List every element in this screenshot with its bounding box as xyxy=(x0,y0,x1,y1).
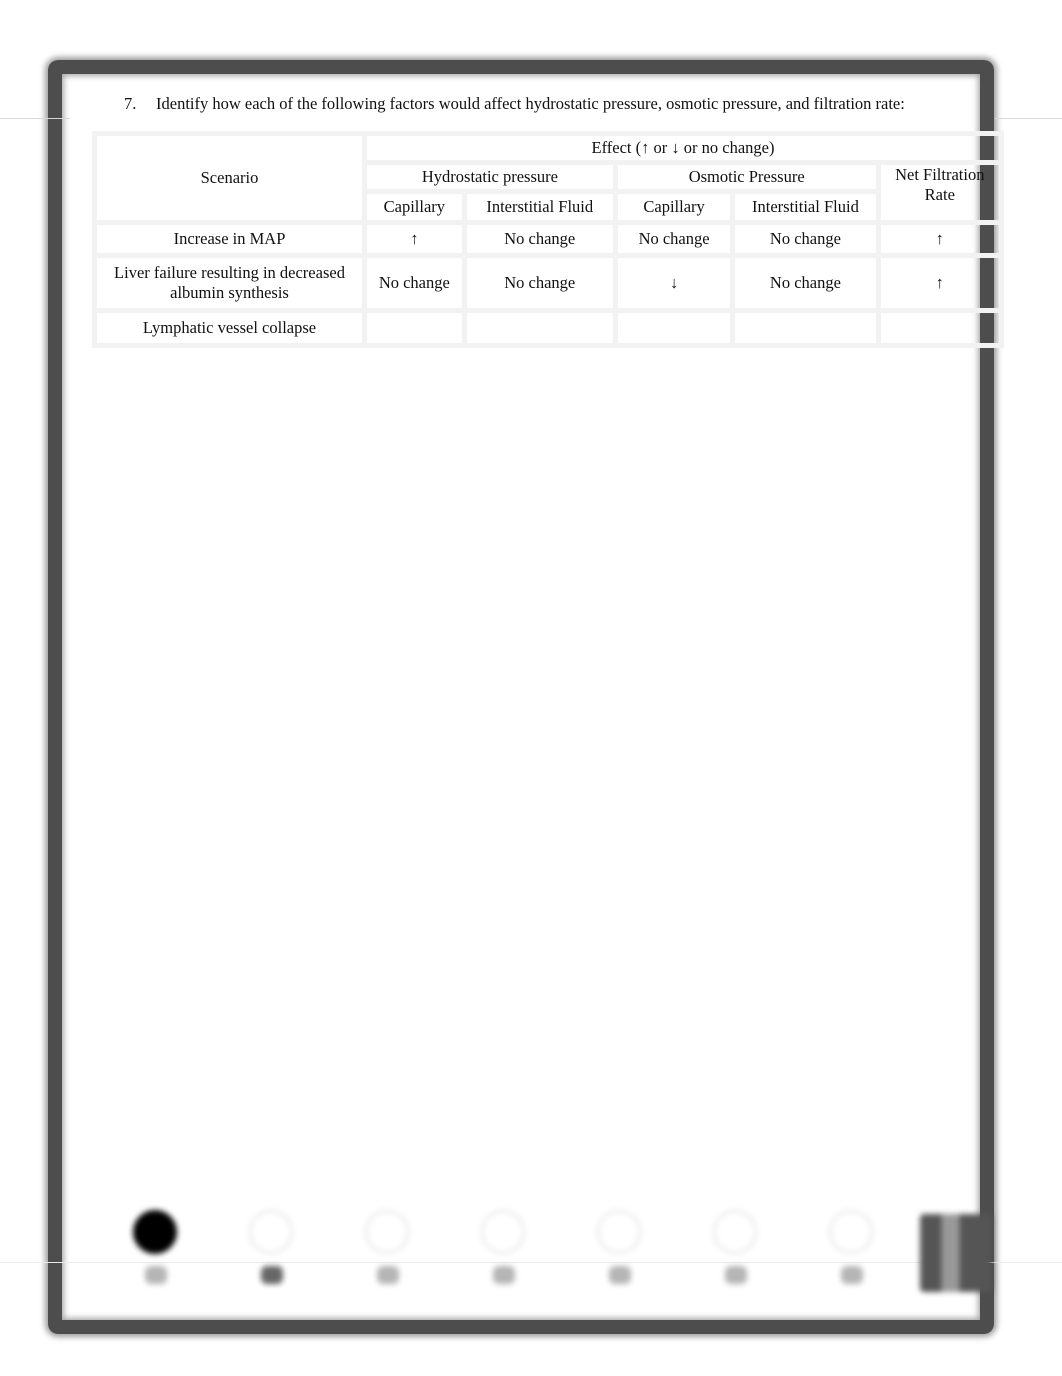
hydro-capillary-cell[interactable]: ↑ xyxy=(362,220,467,258)
nfr-cell[interactable] xyxy=(875,308,1005,348)
qr-code-icon xyxy=(920,1214,992,1292)
scan-line xyxy=(0,118,70,119)
footer-icon-filled-circle-icon[interactable] xyxy=(130,1206,180,1296)
question-number: 7. xyxy=(124,94,137,113)
osm-interstitial-cell[interactable]: No change xyxy=(730,253,881,313)
footer-icon-strip xyxy=(130,1206,1000,1296)
scan-line xyxy=(995,118,1062,119)
osm-interstitial-cell[interactable] xyxy=(730,308,881,348)
scenario-cell: Liver failure resulting in decreased alb… xyxy=(92,253,367,313)
hydro-interstitial-cell[interactable]: No change xyxy=(461,253,618,313)
nfr-cell[interactable]: ↑ xyxy=(875,253,1005,313)
table-row: Increase in MAP ↑ No change No change No… xyxy=(92,220,1005,258)
hydro-capillary-cell[interactable]: No change xyxy=(362,253,467,313)
osm-capillary-header: Capillary xyxy=(612,189,736,225)
scenario-cell: Increase in MAP xyxy=(92,220,367,258)
osm-interstitial-header: Interstitial Fluid xyxy=(730,189,881,225)
footer-icon-outline-circle-icon[interactable] xyxy=(246,1206,296,1296)
footer-icon-outline-circle-icon[interactable] xyxy=(362,1206,412,1296)
effects-table: Scenario Effect (↑ or ↓ or no change) Hy… xyxy=(92,131,1005,348)
footer-icon-outline-circle-icon[interactable] xyxy=(594,1206,644,1296)
osm-interstitial-cell[interactable]: No change xyxy=(730,220,881,258)
hydro-capillary-header: Capillary xyxy=(362,189,467,225)
question-text: Identify how each of the following facto… xyxy=(156,94,905,113)
nfr-cell[interactable]: ↑ xyxy=(875,220,1005,258)
question-7: 7. Identify how each of the following fac… xyxy=(124,94,905,114)
scenario-cell: Lymphatic vessel collapse xyxy=(92,308,367,348)
osm-capillary-cell[interactable]: No change xyxy=(612,220,736,258)
hydro-interstitial-header: Interstitial Fluid xyxy=(461,189,618,225)
footer-icon-outline-circle-icon[interactable] xyxy=(710,1206,760,1296)
scenario-header: Scenario xyxy=(92,131,367,225)
effect-header: Effect (↑ or ↓ or no change) xyxy=(362,131,1004,165)
table-row: Lymphatic vessel collapse xyxy=(92,308,1005,348)
footer-icon-outline-circle-icon[interactable] xyxy=(826,1206,876,1296)
osmotic-header: Osmotic Pressure xyxy=(612,160,881,194)
table-row: Liver failure resulting in decreased alb… xyxy=(92,253,1005,313)
hydro-capillary-cell[interactable] xyxy=(362,308,467,348)
net-filtration-header: Net Filtration Rate xyxy=(875,160,1005,225)
hydrostatic-header: Hydrostatic pressure xyxy=(362,160,618,194)
osm-capillary-cell[interactable] xyxy=(612,308,736,348)
osm-capillary-cell[interactable]: ↓ xyxy=(612,253,736,313)
hydro-interstitial-cell[interactable]: No change xyxy=(461,220,618,258)
hydro-interstitial-cell[interactable] xyxy=(461,308,618,348)
header-row-effect: Scenario Effect (↑ or ↓ or no change) xyxy=(92,131,1004,225)
footer-icon-outline-circle-icon[interactable] xyxy=(478,1206,528,1296)
